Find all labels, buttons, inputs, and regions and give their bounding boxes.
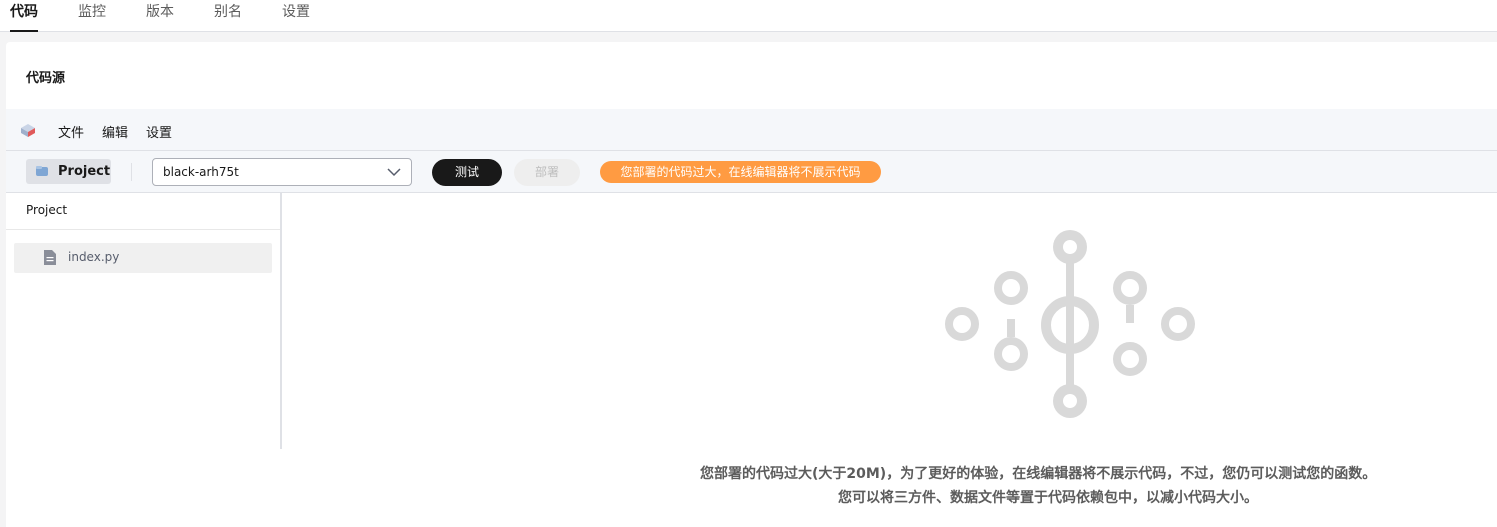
toolbar-divider <box>131 163 132 181</box>
code-tree-illustration <box>945 230 1195 418</box>
tab-code[interactable]: 代码 <box>10 2 38 32</box>
tab-alias[interactable]: 别名 <box>214 2 242 32</box>
page: 代码 监控 版本 别名 设置 代码源 文件 编辑 设置 Project blac… <box>0 0 1497 527</box>
tab-monitor[interactable]: 监控 <box>78 2 106 32</box>
menu-file[interactable]: 文件 <box>58 122 84 141</box>
project-button-label: Project <box>58 164 111 179</box>
editor-logo-icon <box>21 124 35 137</box>
file-name: index.py <box>68 250 120 264</box>
file-icon <box>44 250 56 265</box>
code-too-large-badge: 您部署的代码过大，在线编辑器将不展示代码 <box>600 161 881 183</box>
editor-toolbar: Project black-arh75t 测试 部署 您部署的代码过大，在线编辑… <box>6 151 1497 193</box>
version-select-value: black-arh75t <box>163 165 239 179</box>
section-title: 代码源 <box>26 71 66 86</box>
chevron-down-icon <box>387 168 401 177</box>
editor-menubar: 文件 编辑 设置 <box>6 109 1497 151</box>
project-icon <box>36 166 48 176</box>
version-select[interactable]: black-arh75t <box>152 158 412 186</box>
top-tabs: 代码 监控 版本 别名 设置 <box>0 0 1497 32</box>
empty-message-line-1: 您部署的代码过大(大于20M)，为了更好的体验，在线编辑器将不展示代码，不过，您… <box>700 466 1377 482</box>
tab-settings[interactable]: 设置 <box>282 2 310 32</box>
empty-message-line-2: 您可以将三方件、数据文件等置于代码依赖包中，以减小代码大小。 <box>838 490 1258 506</box>
menu-edit[interactable]: 编辑 <box>102 122 128 141</box>
project-button[interactable]: Project <box>26 159 111 184</box>
online-editor: 文件 编辑 设置 Project black-arh75t 测试 部署 您部署的… <box>6 109 1497 449</box>
project-sidebar: Project index.py <box>6 193 282 449</box>
test-button[interactable]: 测试 <box>432 159 502 186</box>
deploy-button[interactable]: 部署 <box>514 159 580 186</box>
sidebar-header: Project <box>6 193 280 230</box>
tab-version[interactable]: 版本 <box>146 2 174 32</box>
file-item[interactable]: index.py <box>14 243 272 273</box>
sidebar-title: Project <box>26 203 68 217</box>
menu-settings[interactable]: 设置 <box>146 122 172 141</box>
